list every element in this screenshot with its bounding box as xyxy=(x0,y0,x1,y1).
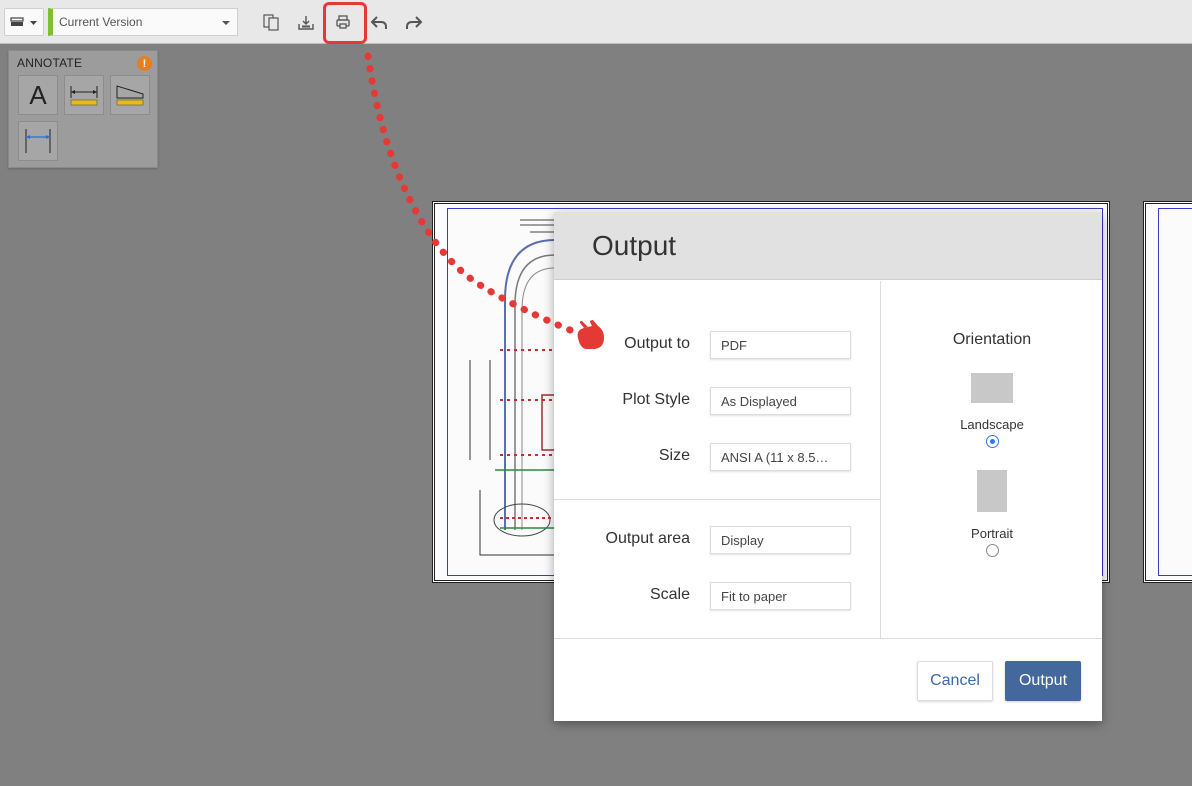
text-tool-icon: A xyxy=(29,79,47,110)
output-area-select[interactable]: Display xyxy=(710,526,851,554)
redo-button[interactable] xyxy=(401,9,427,35)
orientation-title: Orientation xyxy=(952,331,1032,348)
aligned-dimension-icon xyxy=(25,129,51,153)
orientation-panel: Orientation Landscape Portrait xyxy=(882,281,1102,638)
landscape-radio[interactable] xyxy=(986,435,999,448)
output-area-label: Output area xyxy=(605,530,691,547)
layers-icon xyxy=(10,17,37,26)
compare-icon xyxy=(263,14,279,31)
size-label: Size xyxy=(658,447,690,464)
area-measure-button[interactable] xyxy=(110,75,150,115)
section-divider xyxy=(554,499,881,500)
scale-label: Scale xyxy=(649,586,690,603)
linear-dimension-icon xyxy=(70,86,98,106)
output-button[interactable]: Output xyxy=(1005,661,1081,701)
chevron-down-icon xyxy=(222,21,230,25)
print-button[interactable] xyxy=(330,9,356,35)
output-settings: Output to PDF Plot Style As Displayed Si… xyxy=(554,281,881,638)
print-icon xyxy=(336,15,350,29)
upload-icon xyxy=(298,16,314,30)
portrait-radio[interactable] xyxy=(986,544,999,557)
cancel-button[interactable]: Cancel xyxy=(917,661,993,701)
linear-dimension-button[interactable] xyxy=(64,75,104,115)
landscape-label: Landscape xyxy=(960,417,1024,432)
output-to-label: Output to xyxy=(624,335,690,352)
toolbar: Current Version xyxy=(0,0,1192,44)
aligned-dimension-button[interactable] xyxy=(18,121,58,161)
warning-icon[interactable]: ! xyxy=(137,56,152,71)
version-select-label: Current Version xyxy=(59,15,143,29)
drawing-sheet-2[interactable] xyxy=(1143,201,1192,583)
plot-style-label: Plot Style xyxy=(622,391,690,408)
version-select[interactable]: Current Version xyxy=(48,8,238,36)
text-tool-button[interactable]: A xyxy=(18,75,58,115)
area-measure-icon xyxy=(116,85,144,106)
portrait-preview-icon[interactable] xyxy=(977,470,1007,512)
annotate-panel: ANNOTATE ! A xyxy=(8,50,158,168)
output-to-select[interactable]: PDF xyxy=(710,331,851,359)
landscape-preview-icon[interactable] xyxy=(971,373,1013,403)
annotate-title: ANNOTATE xyxy=(17,56,83,70)
plot-style-select[interactable]: As Displayed xyxy=(710,387,851,415)
redo-icon xyxy=(406,16,423,29)
size-select[interactable]: ANSI A (11 x 8.5… xyxy=(710,443,851,471)
compare-button[interactable] xyxy=(258,9,284,35)
output-dialog: Output Output to PDF Plot Style As Displ… xyxy=(554,212,1102,721)
layers-dropdown-button[interactable] xyxy=(4,8,44,36)
undo-icon xyxy=(370,16,387,29)
dialog-header: Output xyxy=(554,212,1102,280)
undo-button[interactable] xyxy=(366,9,392,35)
scale-select[interactable]: Fit to paper xyxy=(710,582,851,610)
dialog-footer: Cancel Output xyxy=(554,638,1102,721)
sheet-border-2 xyxy=(1158,208,1192,576)
dialog-title: Output xyxy=(592,229,677,261)
upload-button[interactable] xyxy=(293,9,319,35)
portrait-label: Portrait xyxy=(971,526,1013,541)
